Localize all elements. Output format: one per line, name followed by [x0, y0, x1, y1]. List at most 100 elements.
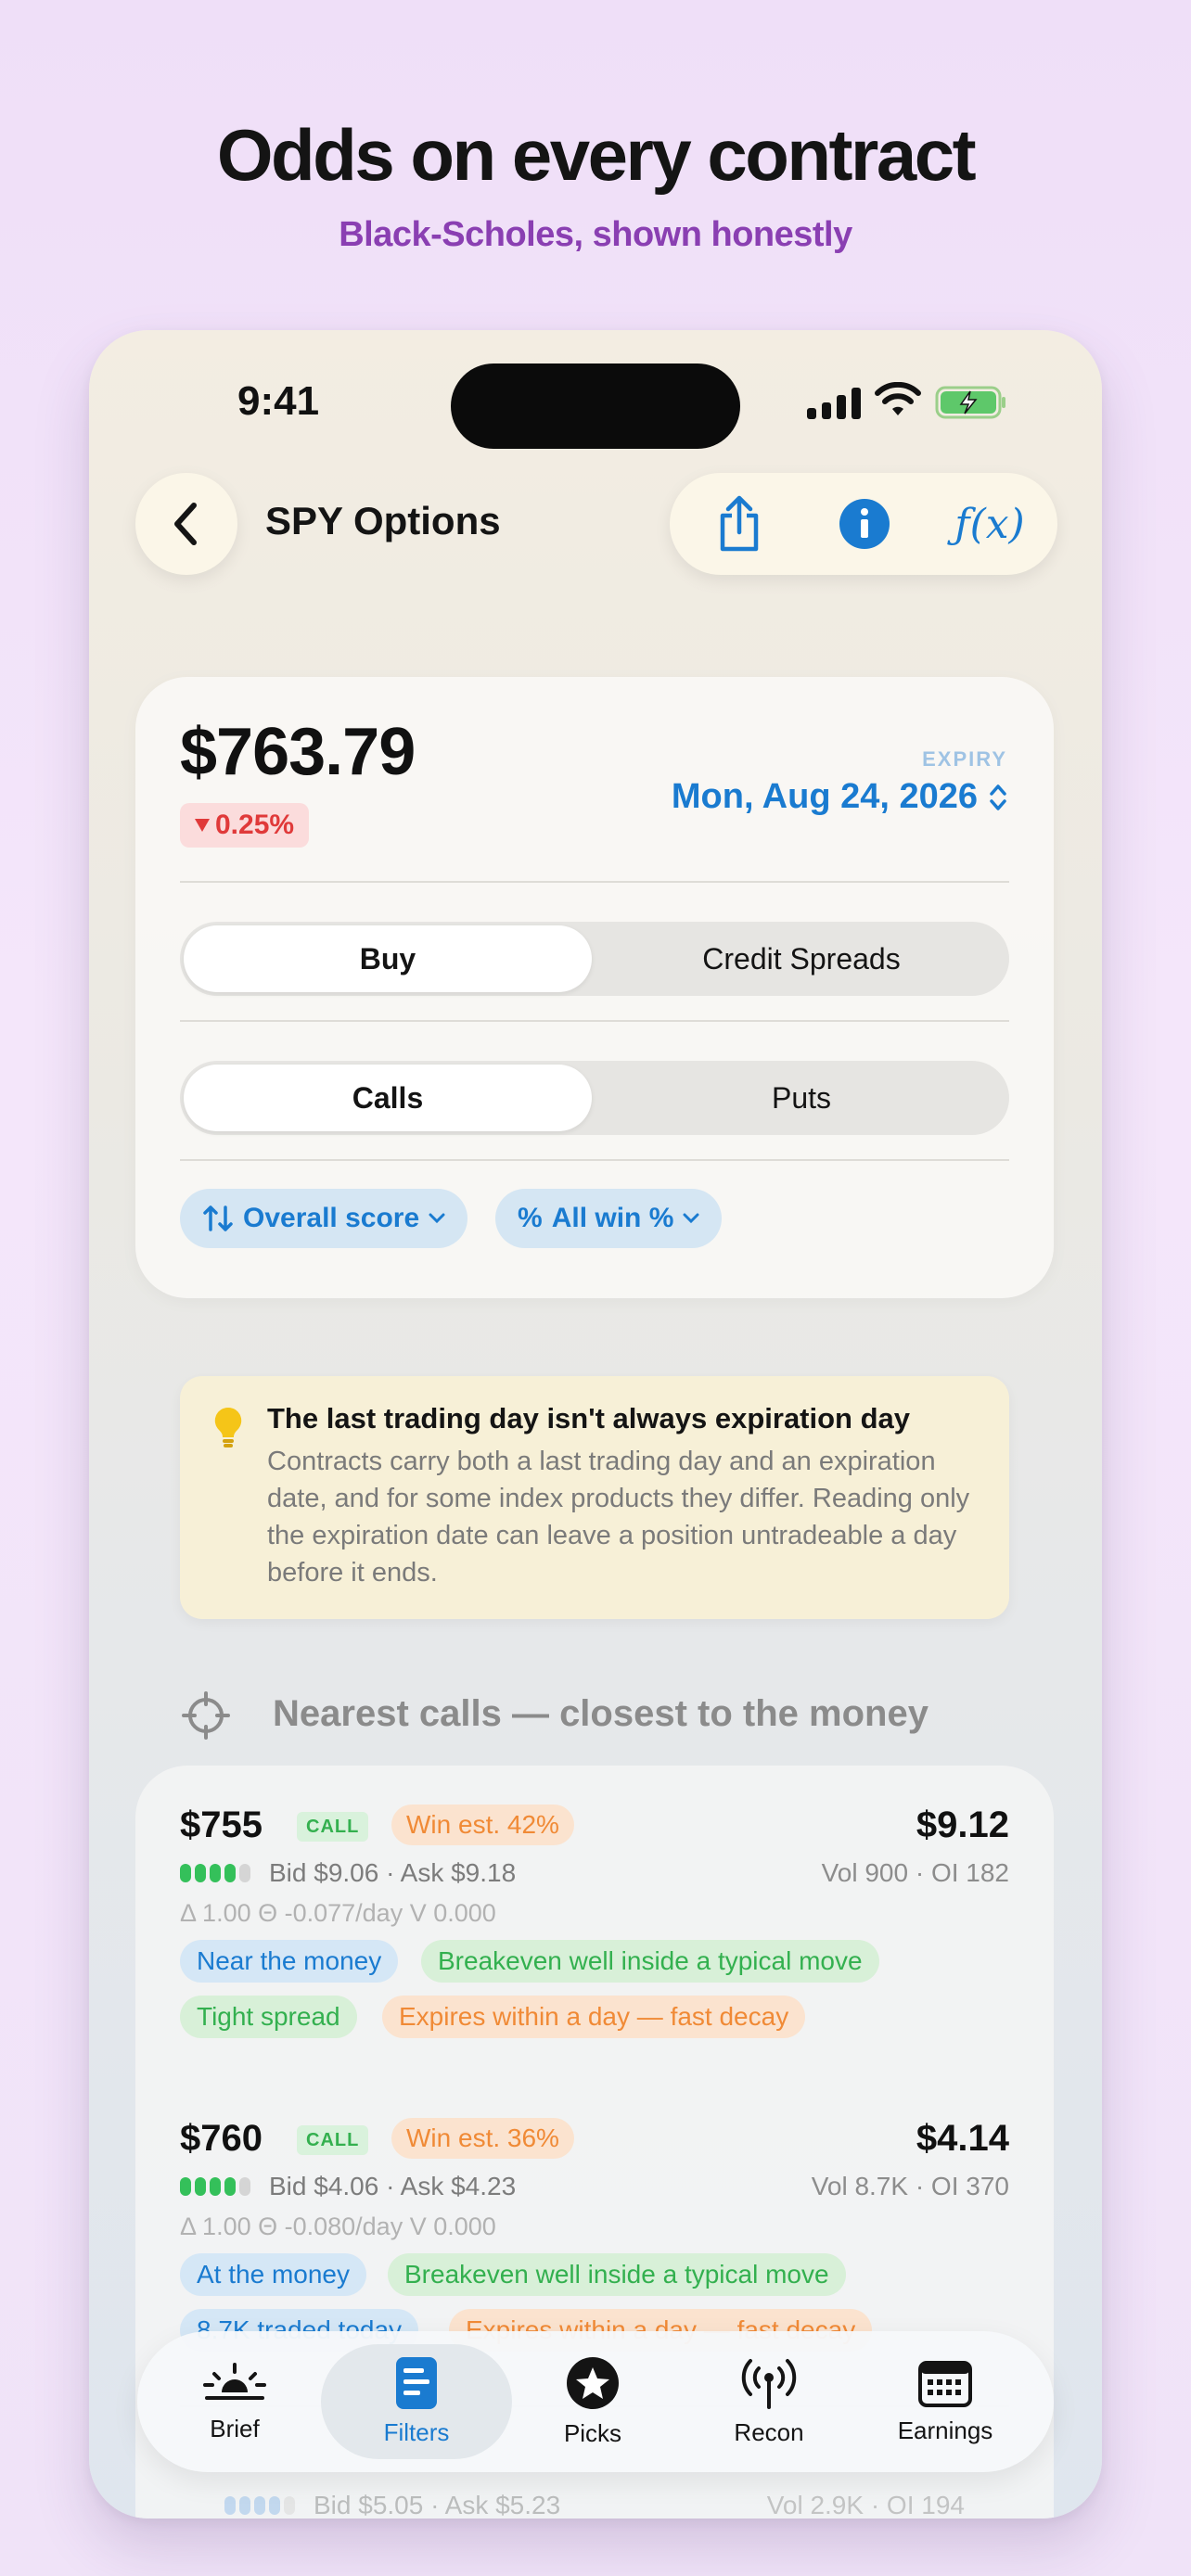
info-button[interactable] — [809, 473, 920, 575]
tab-brief[interactable]: Brief — [147, 2331, 323, 2472]
tag-chip: Breakeven well inside a typical move — [421, 1940, 879, 1983]
mid-price: $4.14 — [916, 2118, 1009, 2159]
liquidity-meter — [224, 2496, 295, 2515]
status-time: 9:41 — [237, 378, 320, 424]
triangle-down-icon — [195, 819, 210, 832]
chevron-left-icon — [174, 503, 197, 545]
price-change-badge: 0.25% — [180, 803, 310, 848]
tip-title: The last trading day isn't always expira… — [267, 1402, 911, 1435]
mid-price: $9.12 — [916, 1804, 1009, 1845]
liquidity-dot — [210, 2177, 221, 2196]
volume-open-interest: Vol 8.7K · OI 370 — [811, 2172, 1009, 2200]
tip-body: Contracts carry both a last trading day … — [267, 1447, 970, 1588]
crosshair-icon — [182, 1691, 230, 1740]
segment-credit-spreads[interactable]: Credit Spreads — [597, 925, 1005, 992]
price-change-value: 0.25% — [215, 810, 295, 840]
share-button[interactable] — [679, 473, 800, 575]
liquidity-dot — [180, 1864, 191, 1882]
lightbulb-icon — [214, 1407, 242, 1447]
cellular-signal-icon — [807, 388, 863, 419]
segment-buy[interactable]: Buy — [184, 925, 592, 992]
quote-card: $763.79 0.25% EXPIRY Mon, Aug 24, 2026 B… — [135, 677, 1054, 1298]
tab-label: Picks — [563, 2418, 622, 2447]
liquidity-dot — [180, 2177, 191, 2196]
promo-subline: Black-Scholes, shown honestly — [339, 215, 852, 254]
filters-icon — [396, 2356, 437, 2409]
liquidity-dot — [239, 2177, 250, 2196]
tab-label: Earnings — [897, 2416, 993, 2444]
win-filter-label: All win % — [551, 1203, 674, 1233]
win-estimate-tag: Win est. 42% — [391, 1804, 574, 1845]
bid-ask: Bid $4.06 · Ask $4.23 — [269, 2172, 517, 2200]
calendar-icon — [918, 2360, 972, 2407]
phone-frame: 9:41 SPY Options ƒ(x) $763.79 0.25% EXPI… — [89, 330, 1102, 2519]
formula-button[interactable]: ƒ(x) — [929, 473, 1050, 575]
segment-puts[interactable]: Puts — [597, 1065, 1005, 1131]
tag-chip: Expires within a day — fast decay — [382, 1996, 806, 2038]
win-estimate-tag: Win est. 36% — [391, 2118, 574, 2159]
tab-picks[interactable]: Picks — [505, 2331, 681, 2472]
back-button[interactable] — [135, 473, 237, 575]
greeks: Δ 1.00 Θ -0.077/day V 0.000 — [180, 1899, 496, 1927]
tag-chip: Near the money — [180, 1940, 399, 1983]
volume-open-interest: Vol 900 · OI 182 — [821, 1858, 1009, 1887]
liquidity-meter — [180, 1864, 250, 1882]
tab-label: Filters — [383, 2417, 450, 2446]
liquidity-dot — [210, 1864, 221, 1882]
divider — [180, 881, 1009, 883]
volume-open-interest: Vol 2.9K · OI 194 — [766, 2491, 965, 2519]
chevron-up-down-icon — [990, 784, 1006, 810]
sort-arrows-icon — [203, 1205, 233, 1231]
contract-row[interactable]: $755 CALL Win est. 42% $9.12 Bid $9.06 ·… — [180, 1804, 1009, 2083]
tag-chip: At the money — [180, 2253, 366, 2296]
function-icon: ƒ(x) — [954, 500, 1025, 548]
call-tag: CALL — [297, 1812, 369, 1842]
tab-filters[interactable]: Filters — [328, 2331, 505, 2472]
tab-earnings[interactable]: Earnings — [857, 2331, 1033, 2472]
tag-chip: Breakeven well inside a typical move — [388, 2253, 846, 2296]
divider — [180, 1020, 1009, 1022]
nav-actions-group: ƒ(x) — [670, 473, 1057, 575]
section-title: Nearest calls — closest to the money — [273, 1693, 928, 1734]
liquidity-dot — [195, 1864, 206, 1882]
tab-label: Brief — [210, 2414, 260, 2442]
tab-label: Recon — [734, 2417, 804, 2446]
chevron-down-icon — [683, 1213, 699, 1224]
type-segmented-control: Calls Puts — [180, 1061, 1009, 1135]
divider — [180, 1159, 1009, 1161]
bid-ask: Bid $9.06 · Ask $9.18 — [269, 1858, 517, 1887]
liquidity-dot — [224, 2177, 236, 2196]
tab-recon[interactable]: Recon — [681, 2331, 857, 2472]
tab-bar: Brief Filters Picks Recon Earnings — [137, 2331, 1054, 2472]
info-icon — [839, 499, 890, 549]
strike-price: $755 — [180, 1804, 263, 1845]
antenna-icon — [741, 2358, 797, 2409]
sunrise-icon — [203, 2362, 266, 2400]
battery-charging-icon — [935, 386, 1005, 419]
segment-calls[interactable]: Calls — [184, 1065, 592, 1131]
promo-headline: Odds on every contract — [216, 114, 977, 196]
star-circle-icon — [567, 2356, 619, 2409]
mode-segmented-control: Buy Credit Spreads — [180, 922, 1009, 996]
expiry-picker[interactable]: Mon, Aug 24, 2026 — [672, 777, 1007, 817]
chevron-down-icon — [429, 1213, 445, 1224]
sort-filter-label: Overall score — [243, 1203, 420, 1233]
sort-filter-chip[interactable]: Overall score — [180, 1189, 468, 1248]
percent-icon: % — [518, 1203, 543, 1233]
win-filter-chip[interactable]: % All win % — [495, 1189, 723, 1248]
expiry-date: Mon, Aug 24, 2026 — [671, 777, 978, 816]
liquidity-dot — [195, 2177, 206, 2196]
dynamic-island — [451, 363, 740, 449]
liquidity-meter — [180, 2177, 250, 2196]
tip-card: The last trading day isn't always expira… — [180, 1376, 1009, 1619]
expiry-label: EXPIRY — [922, 747, 1007, 771]
greeks: Δ 1.00 Θ -0.080/day V 0.000 — [180, 2213, 496, 2240]
share-icon — [720, 495, 759, 552]
bid-ask: Bid $5.05 · Ask $5.23 — [314, 2491, 561, 2519]
strike-price: $760 — [180, 2118, 263, 2159]
call-tag: CALL — [297, 2125, 369, 2155]
liquidity-dot — [224, 1864, 236, 1882]
liquidity-dot — [239, 1864, 250, 1882]
wifi-icon — [875, 382, 921, 415]
contract-row-partial: Bid $5.05 · Ask $5.23 Vol 2.9K · OI 194 — [224, 2487, 1009, 2519]
